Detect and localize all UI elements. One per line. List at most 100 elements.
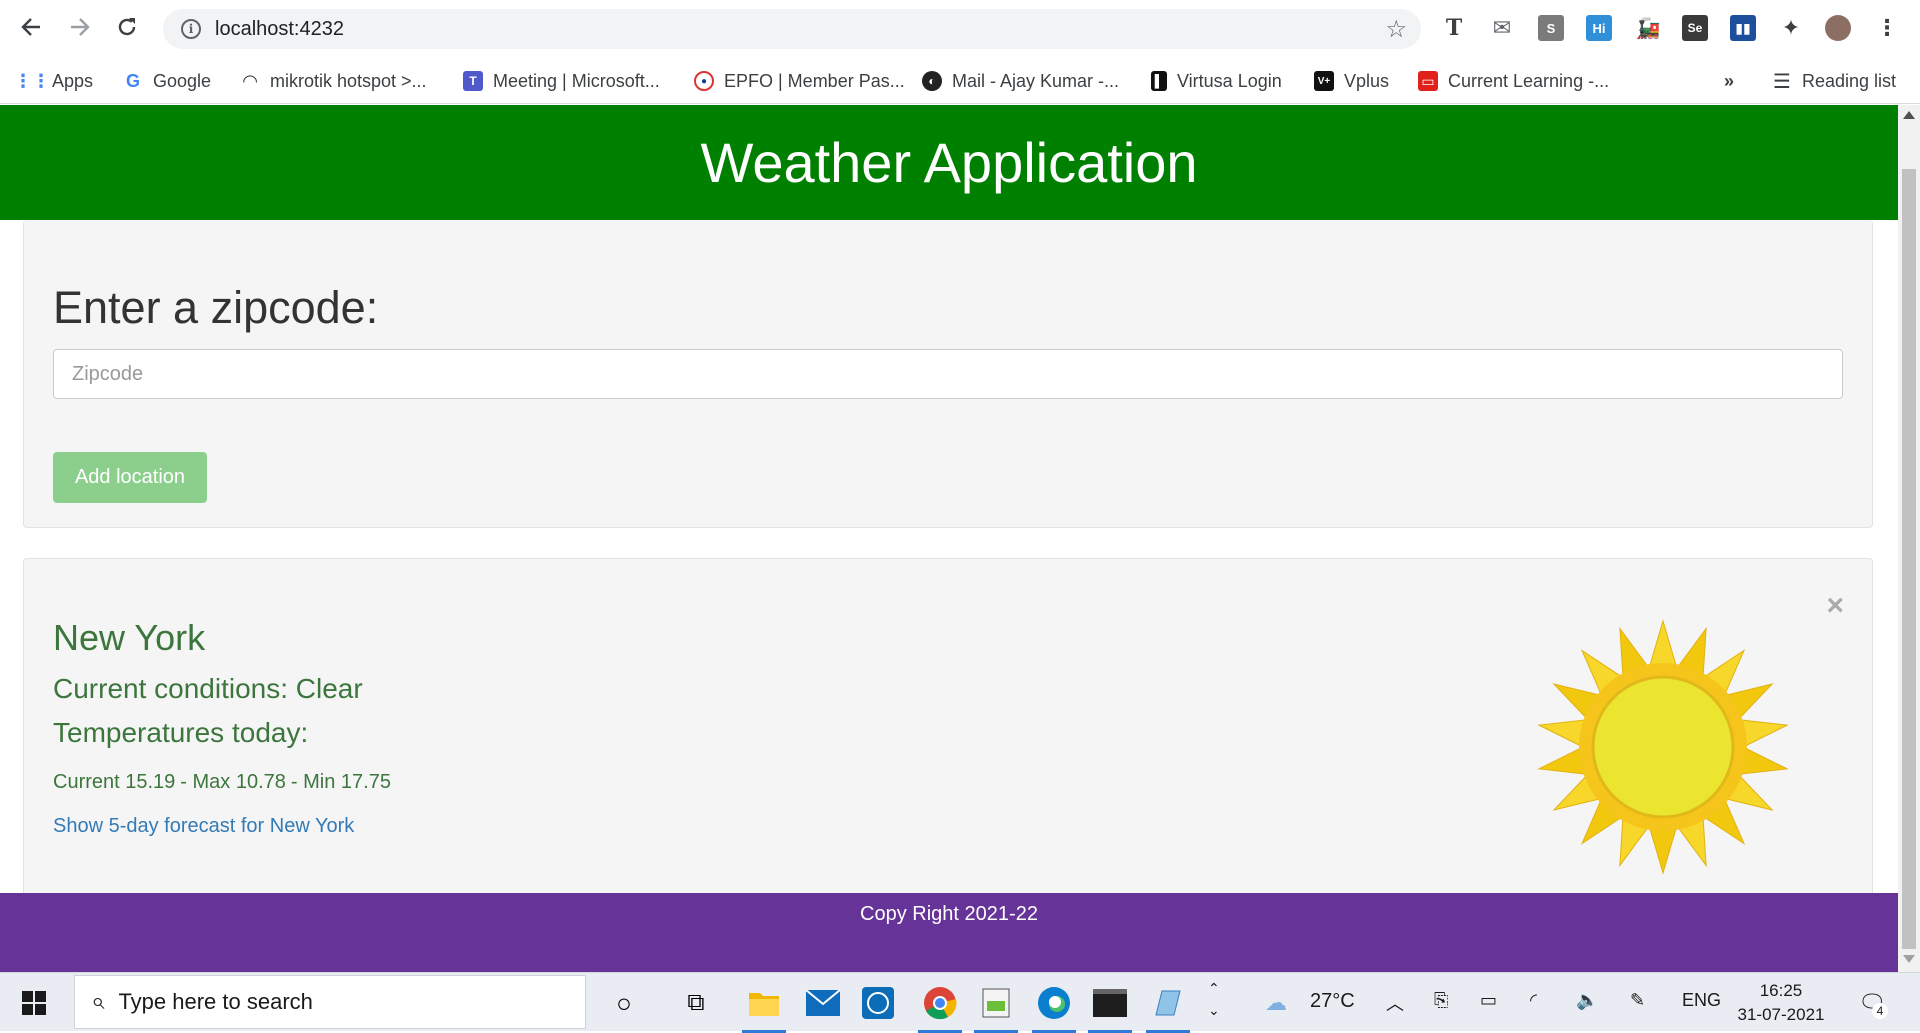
bookmark-label: EPFO | Member Pas... bbox=[724, 70, 905, 91]
sun-ray bbox=[1648, 825, 1678, 875]
arrow-right-icon bbox=[71, 18, 90, 36]
terminal-icon[interactable] bbox=[1088, 983, 1132, 1033]
dell-app-icon[interactable] bbox=[858, 983, 898, 1023]
max-temp: - Max 10.78 bbox=[180, 771, 286, 793]
page-scrollbar[interactable] bbox=[1898, 105, 1920, 972]
current-temp: Current 15.19 bbox=[53, 771, 176, 793]
taskbar-overflow-arrows[interactable]: ⌃ ⌄ bbox=[1208, 977, 1220, 1021]
reading-list-icon: ☰ bbox=[1773, 70, 1791, 93]
bookmarks-bar: ⋮⋮ Apps G Google ◠ mikrotik hotspot >...… bbox=[0, 58, 1920, 104]
tray-expand-icon[interactable]: ︿ bbox=[1386, 990, 1404, 1016]
scrollbar-thumb[interactable] bbox=[1902, 169, 1916, 949]
selenium-extension-icon[interactable]: Se bbox=[1682, 15, 1708, 41]
text-extension-icon[interactable]: T bbox=[1441, 15, 1467, 41]
site-info-icon[interactable]: i bbox=[181, 19, 201, 39]
zipcode-label: Enter a zipcode: bbox=[53, 282, 379, 333]
s-extension-icon[interactable]: S bbox=[1538, 15, 1564, 41]
train-extension-icon[interactable]: 🚂 bbox=[1635, 15, 1661, 41]
epfo-icon: ● bbox=[694, 71, 714, 91]
min-temp: - Min 17.75 bbox=[290, 771, 391, 793]
bookmark-apps[interactable]: ⋮⋮ Apps bbox=[14, 68, 94, 94]
volume-icon[interactable]: 🔈 bbox=[1576, 990, 1598, 1011]
extensions-puzzle-icon[interactable]: ✦ bbox=[1778, 15, 1804, 41]
profile-avatar[interactable] bbox=[1825, 15, 1851, 41]
browser-toolbar: i localhost:4232 ☆ T ✉ S Hi 🚂 Se ▮▮ ✦ ⋮ bbox=[0, 0, 1920, 58]
bookmark-mail[interactable]: ◐ Mail - Ajay Kumar -... bbox=[922, 68, 1119, 94]
meet-now-icon[interactable]: ⎘ bbox=[1434, 990, 1448, 1011]
bookmark-current-learning[interactable]: ▭ Current Learning -... bbox=[1418, 68, 1609, 94]
pen-icon[interactable]: ✎ bbox=[1630, 990, 1645, 1011]
taskbar-clock[interactable]: 16:25 31-07-2021 bbox=[1718, 979, 1844, 1027]
edge-icon[interactable] bbox=[1032, 983, 1076, 1033]
url-text[interactable]: localhost:4232 bbox=[215, 18, 344, 41]
bookmark-label: Apps bbox=[52, 70, 94, 91]
reload-button[interactable] bbox=[110, 10, 144, 44]
zipcode-input[interactable] bbox=[53, 349, 1843, 399]
app-title: Weather Application bbox=[700, 131, 1198, 194]
temperatures-values: Current 15.19- Max 10.78- Min 17.75 bbox=[53, 771, 396, 794]
browser-menu-icon[interactable]: ⋮ bbox=[1874, 15, 1900, 41]
virtusa-icon: ▌ bbox=[1151, 71, 1167, 91]
forward-button[interactable] bbox=[63, 10, 97, 44]
language-indicator[interactable]: ENG bbox=[1682, 990, 1721, 1011]
weather-temperature[interactable]: 27°C bbox=[1310, 990, 1355, 1013]
weather-cloud-icon[interactable]: ☁ bbox=[1265, 990, 1287, 1016]
reload-icon bbox=[118, 18, 136, 36]
city-name: New York bbox=[53, 617, 206, 658]
gmail-checker-icon[interactable]: ✉ bbox=[1489, 15, 1515, 41]
cortana-icon[interactable]: ○ bbox=[604, 983, 644, 1023]
mikrotik-icon: ◠ bbox=[243, 70, 257, 91]
back-button[interactable] bbox=[14, 10, 48, 44]
file-explorer-icon[interactable] bbox=[742, 983, 786, 1033]
search-icon: ⌕ bbox=[91, 988, 105, 1015]
address-bar[interactable]: i localhost:4232 ☆ bbox=[163, 9, 1421, 49]
teams-icon: T bbox=[463, 71, 483, 91]
bookmark-vplus[interactable]: V+ Vplus bbox=[1314, 68, 1389, 94]
windows-start-icon[interactable] bbox=[22, 991, 46, 1015]
arrow-left-icon bbox=[21, 18, 40, 36]
bookmark-label: Virtusa Login bbox=[1177, 70, 1282, 91]
zipcode-panel: Enter a zipcode: Add location bbox=[23, 220, 1873, 528]
hi-extension-icon[interactable]: Hi bbox=[1586, 15, 1612, 41]
page-viewport: Weather Application Enter a zipcode: Add… bbox=[0, 105, 1898, 972]
notepad-icon[interactable] bbox=[974, 983, 1018, 1033]
bookmark-label: Current Learning -... bbox=[1448, 70, 1610, 91]
battery-icon[interactable]: ▭ bbox=[1480, 990, 1497, 1011]
page-footer: Copy Right 2021-22 bbox=[0, 893, 1898, 972]
app-header: Weather Application bbox=[0, 105, 1898, 220]
bookmark-label: Meeting | Microsoft... bbox=[493, 70, 660, 91]
bookmark-mikrotik[interactable]: ◠ mikrotik hotspot >... bbox=[240, 68, 426, 94]
bookmarks-overflow-button[interactable]: » bbox=[1724, 68, 1734, 94]
current-conditions: Current conditions: Clear bbox=[53, 673, 363, 704]
taskbar-search-box[interactable]: ⌕ Type here to search bbox=[74, 975, 586, 1029]
temperatures-heading: Temperatures today: bbox=[53, 717, 309, 748]
forecast-link[interactable]: Show 5-day forecast for New York bbox=[53, 815, 354, 838]
apps-grid-icon: ⋮⋮ bbox=[14, 70, 50, 91]
scroll-up-icon[interactable] bbox=[1903, 111, 1915, 119]
task-view-icon[interactable]: ⧉ bbox=[676, 983, 716, 1023]
bookmark-epfo[interactable]: ● EPFO | Member Pas... bbox=[694, 68, 905, 94]
oracle-icon: ▭ bbox=[1418, 71, 1438, 91]
chrome-icon[interactable] bbox=[918, 983, 962, 1033]
reading-list-button[interactable]: ☰ Reading list bbox=[1772, 68, 1896, 94]
app-blue-icon[interactable] bbox=[1146, 983, 1190, 1033]
taskbar-search-placeholder: Type here to search bbox=[118, 989, 313, 1014]
clock-date: 31-07-2021 bbox=[1737, 1005, 1825, 1024]
globe-icon: ◐ bbox=[922, 71, 942, 91]
google-icon: G bbox=[125, 70, 140, 91]
bookmark-google[interactable]: G Google bbox=[123, 68, 211, 94]
close-icon[interactable]: × bbox=[1826, 589, 1844, 623]
bookmark-virtusa[interactable]: ▌ Virtusa Login bbox=[1151, 68, 1282, 94]
sun-ray bbox=[1648, 619, 1678, 669]
bookmark-star-icon[interactable]: ☆ bbox=[1385, 15, 1407, 44]
scroll-down-icon[interactable] bbox=[1903, 955, 1915, 963]
chart-extension-icon[interactable]: ▮▮ bbox=[1730, 15, 1756, 41]
wifi-icon[interactable]: ◜ bbox=[1530, 990, 1537, 1011]
reading-list-label: Reading list bbox=[1802, 70, 1897, 91]
mail-app-icon[interactable] bbox=[803, 983, 843, 1023]
bookmark-teams[interactable]: T Meeting | Microsoft... bbox=[463, 68, 660, 94]
bookmark-label: Mail - Ajay Kumar -... bbox=[952, 70, 1120, 91]
sun-icon bbox=[1537, 619, 1789, 875]
windows-taskbar: ⌕ Type here to search ○ ⧉ ⌃ ⌄ ☁ 27°C ︿ ⎘ … bbox=[0, 972, 1920, 1033]
add-location-button[interactable]: Add location bbox=[53, 452, 207, 503]
